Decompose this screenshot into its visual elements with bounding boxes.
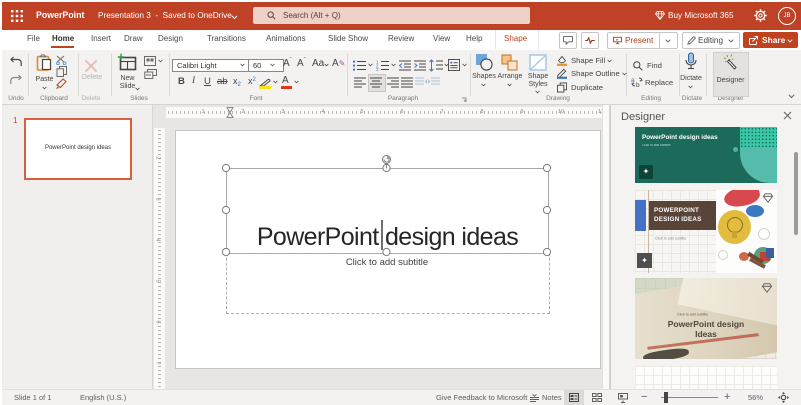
svg-text:b: b (636, 82, 640, 88)
svg-text:3: 3 (376, 67, 379, 71)
